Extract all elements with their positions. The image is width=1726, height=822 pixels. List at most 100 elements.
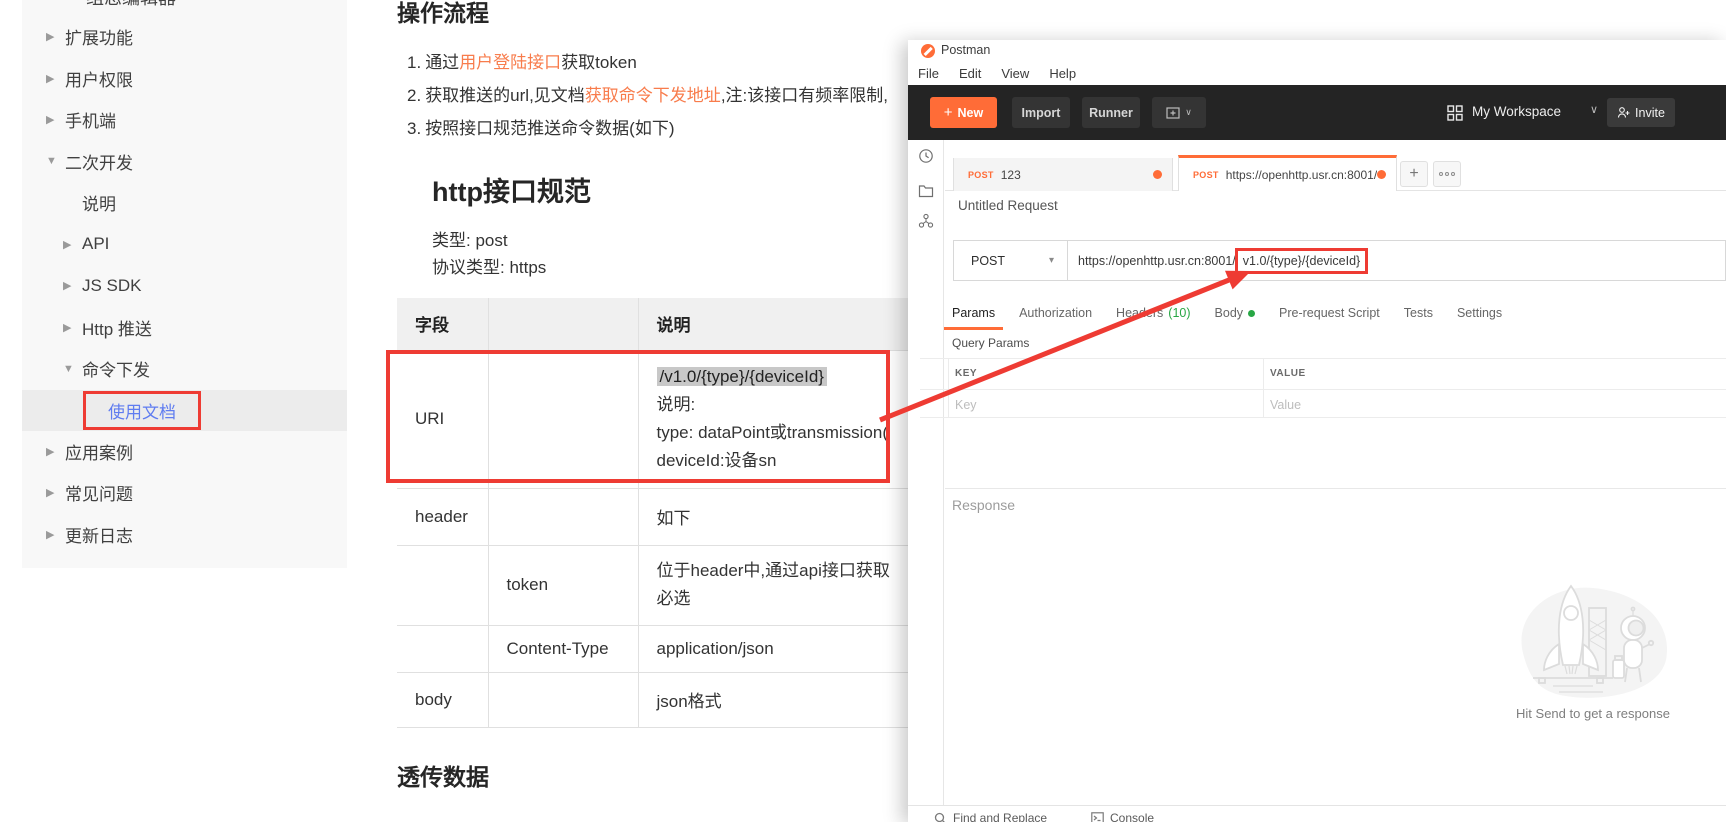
col-header-field: 字段 <box>397 298 488 350</box>
sidebar-item-label: 常见问题 <box>65 480 133 505</box>
tab-label: Headers <box>1116 306 1163 320</box>
sidebar-item-2[interactable]: ▶手机端 <box>22 99 347 141</box>
tab-settings[interactable]: Settings <box>1457 296 1502 330</box>
menu-file[interactable]: File <box>918 66 939 81</box>
history-clock-icon[interactable] <box>918 148 934 164</box>
chevron-right-icon[interactable]: ▶ <box>63 321 82 334</box>
request-tab-strip: POST 123 POST https://openhttp.usr.cn:80… <box>945 140 1726 191</box>
chevron-right-icon[interactable]: ▶ <box>46 486 65 499</box>
tab-authorization[interactable]: Authorization <box>1019 296 1092 330</box>
sidebar-item-label: 二次开发 <box>65 149 133 174</box>
doc-step-2: 2.获取推送的url,见文档获取命令下发地址,注:该接口有频率限制, <box>407 79 888 112</box>
headers-count-badge: (10) <box>1168 306 1190 320</box>
sidebar-item-6[interactable]: ▶JS SDK <box>22 265 347 307</box>
url-input[interactable]: https://openhttp.usr.cn:8001/v1.0/{type}… <box>1068 240 1726 281</box>
sidebar-item-label: 手机端 <box>65 107 116 132</box>
sidebar-item-label: 命令下发 <box>82 356 150 381</box>
runner-button[interactable]: Runner <box>1082 97 1140 128</box>
tab-headers[interactable]: Headers (10) <box>1116 296 1190 330</box>
sidebar-item-11[interactable]: ▶常见问题 <box>22 472 347 514</box>
sidebar-nav: ▶扩展功能▶用户权限▶手机端▼二次开发说明▶API▶JS SDK▶Http 推送… <box>22 16 347 555</box>
doc-inline-link[interactable]: 获取命令下发地址 <box>585 86 721 105</box>
file-tab-active[interactable]: POST https://openhttp.usr.cn:8001/... <box>1178 155 1397 191</box>
request-name[interactable]: Untitled Request <box>958 198 1058 213</box>
postman-logo-icon <box>921 44 935 58</box>
workspace-selector[interactable]: My Workspace <box>1472 104 1561 119</box>
invite-person-icon <box>1617 106 1630 119</box>
find-and-replace-button[interactable]: Find and Replace <box>934 811 1047 822</box>
tab-pre-request-script[interactable]: Pre-request Script <box>1279 296 1380 330</box>
url-highlight-annotation: v1.0/{type}/{deviceId} <box>1235 248 1368 274</box>
chevron-right-icon[interactable]: ▶ <box>63 238 82 251</box>
tab-label: Params <box>952 306 995 320</box>
sidebar-item-0[interactable]: ▶扩展功能 <box>22 16 347 58</box>
chevron-right-icon[interactable]: ▶ <box>46 113 65 126</box>
new-window-button[interactable]: ∨ <box>1152 97 1206 128</box>
tab-label: Tests <box>1404 306 1433 320</box>
chevron-down-icon: ∨ <box>1185 107 1192 118</box>
tab-label: Pre-request Script <box>1279 306 1380 320</box>
search-icon <box>934 812 947 822</box>
import-button[interactable]: Import <box>1012 97 1070 128</box>
value-input[interactable]: Value <box>1270 398 1301 412</box>
new-window-icon <box>1166 107 1180 119</box>
key-input[interactable]: Key <box>955 398 977 412</box>
col-header-empty <box>488 298 638 350</box>
sidebar-item-8[interactable]: ▼命令下发 <box>22 348 347 390</box>
sidebar-item-12[interactable]: ▶更新日志 <box>22 514 347 556</box>
status-bar: Find and Replace Console <box>908 805 1726 822</box>
chevron-right-icon[interactable]: ▶ <box>46 72 65 85</box>
sidebar-item-1[interactable]: ▶用户权限 <box>22 58 347 100</box>
collections-folder-icon[interactable] <box>918 183 934 199</box>
request-sub-tabs: Params Authorization Headers (10) Body Pre-re… <box>952 296 1502 330</box>
tab-params[interactable]: Params <box>952 296 995 330</box>
chevron-down-icon[interactable]: ▼ <box>63 363 82 375</box>
step-number: 3. <box>407 119 421 138</box>
menu-edit[interactable]: Edit <box>959 66 981 81</box>
toolbar: + New Import Runner ∨ My Workspace ∨ <box>908 85 1726 140</box>
uri-code: /v1.0/{type}/{deviceId} <box>657 367 827 386</box>
chevron-right-icon[interactable]: ▶ <box>46 445 65 458</box>
doc-sidebar: 组态编辑器 ▶扩展功能▶用户权限▶手机端▼二次开发说明▶API▶JS SDK▶H… <box>22 0 347 568</box>
sidebar-item-7[interactable]: ▶Http 推送 <box>22 307 347 349</box>
doc-inline-link[interactable]: 用户登陆接口 <box>459 53 561 72</box>
chevron-down-icon[interactable]: ▼ <box>46 155 65 167</box>
new-button[interactable]: + New <box>930 97 997 128</box>
window-title: Postman <box>941 43 990 57</box>
menu-help[interactable]: Help <box>1049 66 1076 81</box>
sidebar-item-clipped[interactable]: 组态编辑器 <box>86 0 176 10</box>
sidebar-item-3[interactable]: ▼二次开发 <box>22 141 347 183</box>
sidebar-item-5[interactable]: ▶API <box>22 224 347 266</box>
method-select[interactable]: POST ▾ <box>953 240 1068 281</box>
sidebar-item-4[interactable]: 说明 <box>22 182 347 224</box>
share-network-icon[interactable] <box>918 213 934 229</box>
step-number: 1. <box>407 53 421 72</box>
doc-type-line: 类型: post <box>432 227 546 254</box>
chevron-down-icon[interactable]: ∨ <box>1590 103 1598 116</box>
tab-tests[interactable]: Tests <box>1404 296 1433 330</box>
doc-protocol-line: 协议类型: https <box>432 254 546 281</box>
invite-button[interactable]: Invite <box>1607 98 1675 127</box>
left-icon-rail <box>908 140 944 805</box>
chevron-right-icon[interactable]: ▶ <box>63 279 82 292</box>
sidebar-item-9[interactable]: 使用文档 <box>22 390 347 431</box>
url-prefix: https://openhttp.usr.cn:8001/ <box>1078 254 1236 268</box>
unsaved-dot <box>1377 170 1386 179</box>
chevron-right-icon[interactable]: ▶ <box>46 528 65 541</box>
sidebar-item-10[interactable]: ▶应用案例 <box>22 431 347 473</box>
console-button[interactable]: Console <box>1091 811 1154 822</box>
doc-step-1: 1.通过用户登陆接口获取token <box>407 46 888 79</box>
response-divider <box>945 488 1726 489</box>
rocket-astronaut-illustration <box>1493 568 1683 703</box>
tab-options-button[interactable] <box>1433 161 1461 187</box>
tab-body[interactable]: Body <box>1215 296 1256 330</box>
menu-view[interactable]: View <box>1001 66 1029 81</box>
chevron-right-icon[interactable]: ▶ <box>46 30 65 43</box>
doc-heading-http-spec: http接口规范 <box>432 170 591 209</box>
file-tab-123[interactable]: POST 123 <box>953 158 1173 191</box>
open-new-tab-button[interactable]: + <box>1400 161 1428 187</box>
request-url-row: POST ▾ https://openhttp.usr.cn:8001/v1.0… <box>953 240 1726 281</box>
unsaved-dot <box>1153 170 1162 179</box>
doc-step-text: 按照接口规范推送命令数据(如下) <box>425 119 674 138</box>
doc-step-text: 获取token <box>561 53 637 72</box>
